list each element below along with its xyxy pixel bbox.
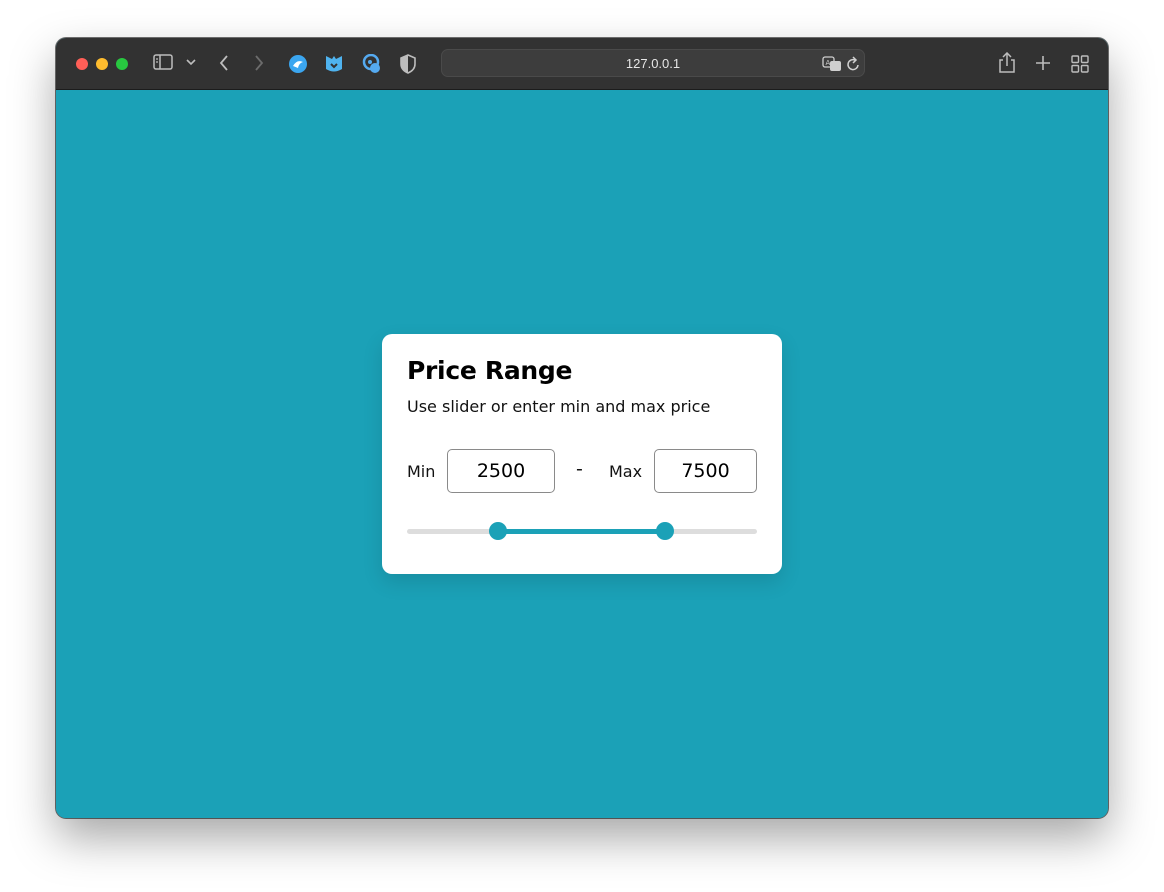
min-slider-handle[interactable] [489,522,507,540]
extension-icon[interactable] [361,54,381,74]
share-icon[interactable] [998,52,1016,74]
browser-toolbar: 127.0.0.1 A [56,38,1108,90]
translate-icon[interactable]: A [822,56,842,72]
max-slider-handle[interactable] [656,522,674,540]
chevron-down-icon[interactable] [186,58,196,66]
address-url: 127.0.0.1 [625,56,681,71]
range-separator: - [576,458,583,480]
browser-window: 127.0.0.1 A Price Range Use slider or en… [56,38,1108,818]
extension-icon[interactable] [288,54,308,74]
svg-text:A: A [826,59,831,67]
reload-icon[interactable] [846,56,860,72]
back-icon[interactable] [219,55,229,71]
close-window-button[interactable] [76,58,88,70]
min-price-input[interactable] [447,449,555,493]
new-tab-icon[interactable] [1035,55,1051,71]
price-range-card: Price Range Use slider or enter min and … [382,334,782,574]
max-label: Max [609,462,643,481]
address-bar[interactable]: 127.0.0.1 A [441,49,865,77]
card-subtitle: Use slider or enter min and max price [407,397,711,416]
slider-selected-range [498,529,665,534]
minimize-window-button[interactable] [96,58,108,70]
sidebar-icon[interactable] [153,54,173,70]
price-range-slider[interactable] [407,521,757,541]
page-content: Price Range Use slider or enter min and … [56,91,1108,818]
tab-overview-icon[interactable] [1071,55,1089,73]
min-label: Min [407,462,436,481]
max-price-input[interactable] [654,449,757,493]
shield-icon[interactable] [400,54,416,74]
forward-icon[interactable] [254,55,264,71]
extension-icon[interactable] [325,54,343,74]
zoom-window-button[interactable] [116,58,128,70]
card-title: Price Range [407,356,573,385]
